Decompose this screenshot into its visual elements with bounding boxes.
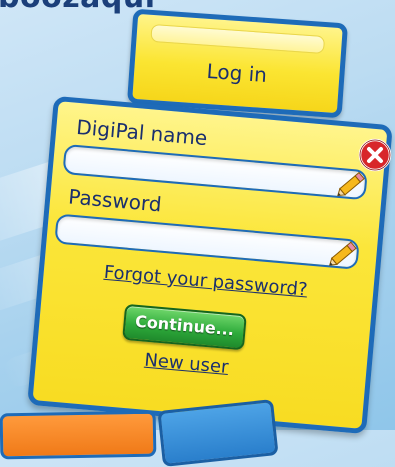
- login-tab-label: Log in: [205, 58, 268, 88]
- new-user-link[interactable]: New user: [144, 350, 230, 378]
- login-panel: DigiPal name Password Forgot your passwo…: [27, 95, 393, 435]
- header-title: boozaqui: [0, 0, 156, 15]
- password-label: Password: [67, 184, 163, 217]
- digipal-name-label: DigiPal name: [75, 114, 209, 151]
- tab-highlight: [150, 23, 326, 55]
- bottom-tab-orange[interactable]: [0, 410, 157, 460]
- bottom-tab-blue[interactable]: [157, 399, 279, 467]
- login-tab[interactable]: Log in: [126, 8, 349, 119]
- pencil-icon: [329, 241, 357, 266]
- password-input[interactable]: [54, 213, 360, 270]
- forgot-password-link[interactable]: Forgot your password?: [103, 262, 308, 301]
- continue-button[interactable]: Continue...: [122, 303, 247, 351]
- close-icon[interactable]: [358, 138, 392, 172]
